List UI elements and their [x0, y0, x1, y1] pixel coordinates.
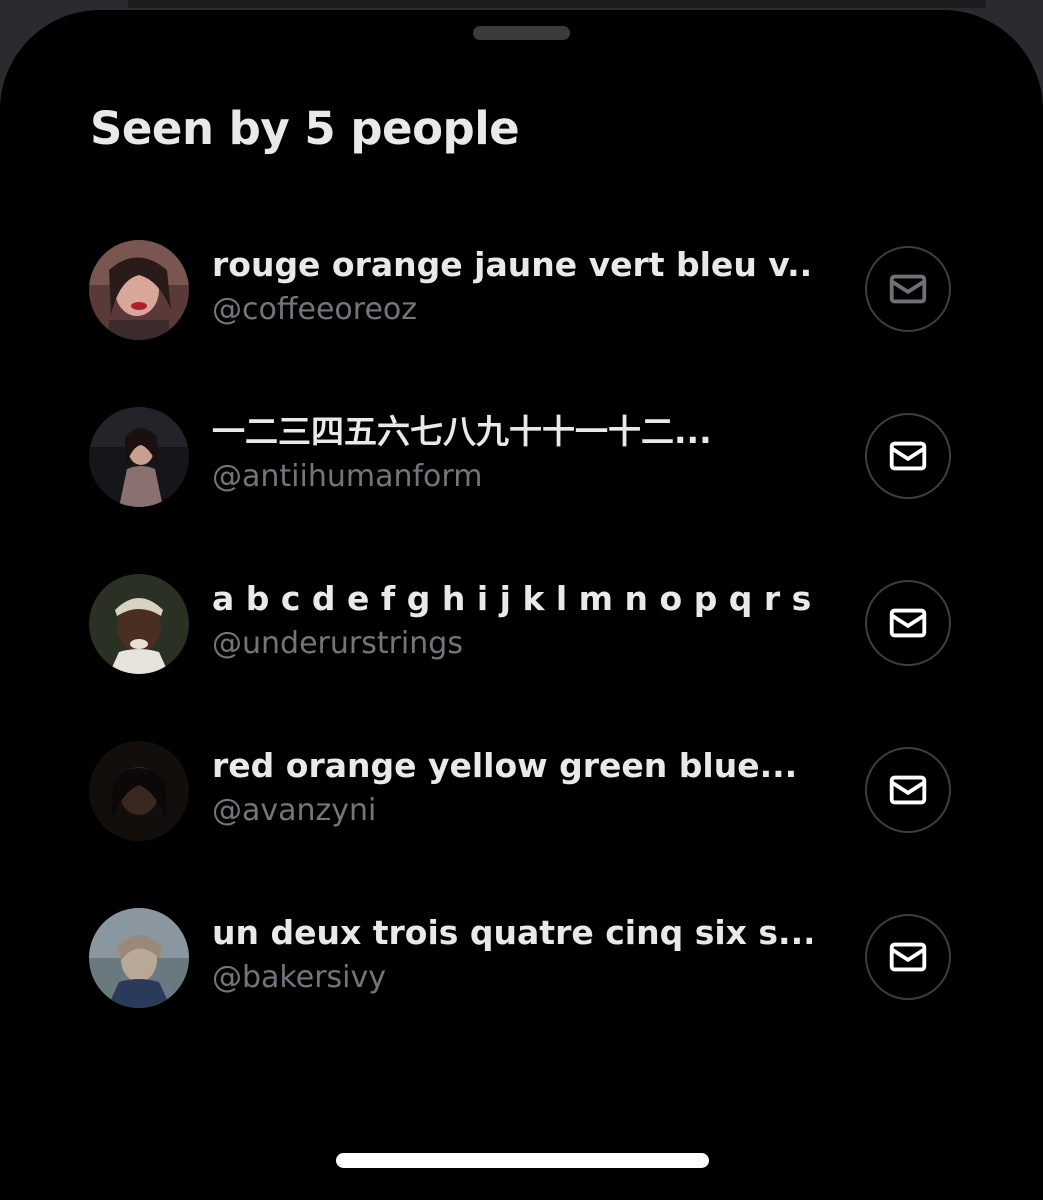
seen-by-bottom-sheet: Seen by 5 people rouge orange jaune vert… — [0, 10, 1043, 1200]
home-indicator[interactable] — [336, 1153, 709, 1168]
viewer-handle: @bakersivy — [212, 960, 386, 995]
direct-message-button[interactable] — [865, 914, 951, 1000]
envelope-icon — [889, 775, 927, 805]
avatar[interactable] — [89, 574, 189, 674]
direct-message-button[interactable] — [865, 413, 951, 499]
sheet-title: Seen by 5 people — [90, 102, 520, 155]
viewer-row[interactable]: red orange yellow green blue... @avanzyn… — [0, 731, 1043, 851]
direct-message-button[interactable] — [865, 747, 951, 833]
viewer-row[interactable]: a b c d e f g h i j k l m n o p q r s...… — [0, 564, 1043, 684]
viewer-display-name: 一二三四五六七八九十十一十二... — [212, 412, 712, 451]
direct-message-button[interactable] — [865, 580, 951, 666]
direct-message-button[interactable] — [865, 246, 951, 332]
viewer-handle: @underurstrings — [212, 626, 463, 661]
viewer-display-name: red orange yellow green blue... — [212, 746, 798, 785]
envelope-icon — [889, 274, 927, 304]
viewer-display-name: un deux trois quatre cinq six s... — [212, 913, 812, 952]
viewer-row[interactable]: rouge orange jaune vert bleu v... @coffe… — [0, 230, 1043, 350]
envelope-icon — [889, 441, 927, 471]
background-content — [128, 0, 986, 8]
sheet-grabber-handle[interactable] — [473, 26, 570, 40]
avatar[interactable] — [89, 240, 189, 340]
viewer-row[interactable]: 一二三四五六七八九十十一十二... @antiihumanform — [0, 397, 1043, 517]
viewer-row[interactable]: un deux trois quatre cinq six s... @bake… — [0, 898, 1043, 1018]
viewer-display-name: a b c d e f g h i j k l m n o p q r s... — [212, 579, 812, 618]
envelope-icon — [889, 942, 927, 972]
avatar[interactable] — [89, 407, 189, 507]
viewer-handle: @avanzyni — [212, 793, 377, 828]
viewer-handle: @antiihumanform — [212, 459, 483, 494]
viewer-handle: @coffeeoreoz — [212, 292, 418, 327]
avatar[interactable] — [89, 908, 189, 1008]
viewer-display-name: rouge orange jaune vert bleu v... — [212, 245, 812, 284]
envelope-icon — [889, 608, 927, 638]
avatar[interactable] — [89, 741, 189, 841]
